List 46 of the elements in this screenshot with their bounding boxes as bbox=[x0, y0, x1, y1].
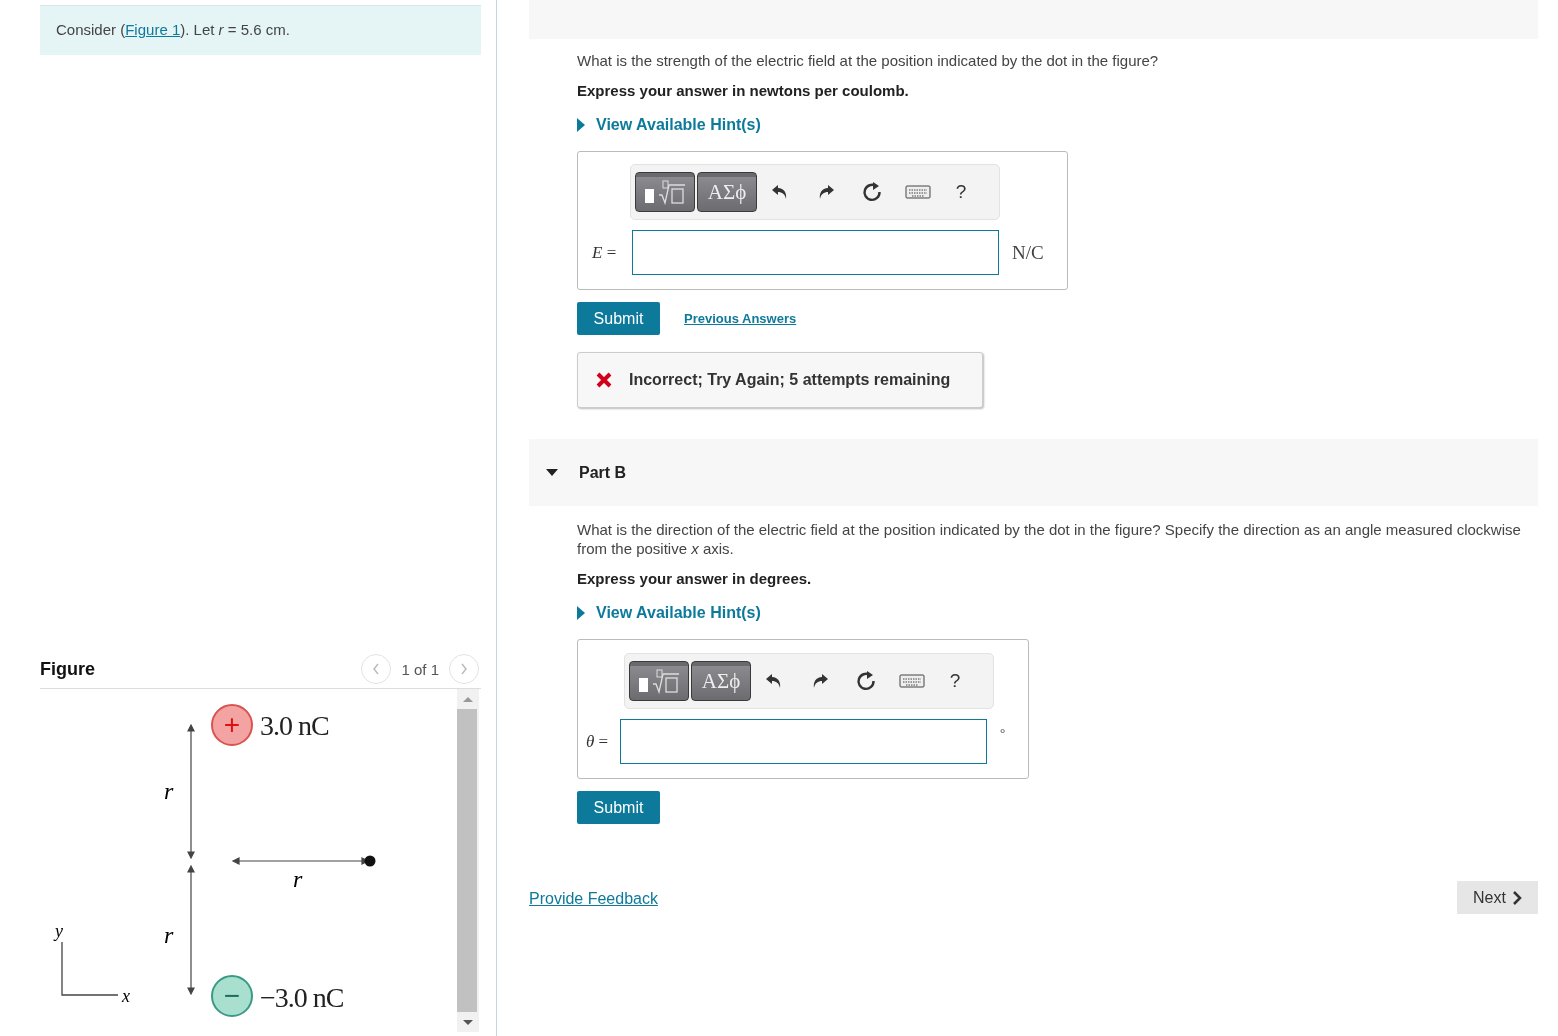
question-text: What is the direction of the electric field at the position indicated by the dot in the figure? Specify the direction as an angle measured clockwise from the positive x axis. bbox=[577, 520, 1522, 558]
distance-label: r bbox=[164, 778, 174, 804]
axes-drawing bbox=[61, 941, 119, 996]
submit-button[interactable]: Submit bbox=[577, 302, 660, 335]
field-point bbox=[364, 855, 376, 867]
symbols-button[interactable]: ΑΣϕ bbox=[697, 172, 757, 212]
variable-label: E = bbox=[592, 242, 618, 263]
chevron-right-icon bbox=[1511, 890, 1522, 905]
hint-link[interactable]: View Available Hint(s) bbox=[577, 116, 761, 134]
charge-sign: + bbox=[223, 709, 241, 740]
hint-link[interactable]: View Available Hint(s) bbox=[577, 604, 761, 622]
chevron-left-icon bbox=[371, 662, 382, 676]
charge-label: 3.0 nC bbox=[260, 710, 329, 741]
chevron-right-icon bbox=[459, 662, 469, 676]
charge-sign: − bbox=[223, 980, 241, 1011]
part-header[interactable]: Part B bbox=[529, 439, 1538, 506]
unit-label: N/C bbox=[1012, 241, 1044, 264]
unit-label: ° bbox=[1000, 725, 1006, 741]
previous-answers-link[interactable]: Previous Answers bbox=[684, 311, 797, 326]
triangle-icon bbox=[577, 118, 585, 132]
answer-field[interactable] bbox=[620, 719, 987, 764]
provide-feedback-link[interactable]: Provide Feedback bbox=[529, 890, 658, 908]
variable-label: θ = bbox=[586, 731, 610, 752]
next-button[interactable]: Next bbox=[1457, 881, 1538, 914]
help-button[interactable]: ? bbox=[935, 661, 975, 701]
templates-button[interactable] bbox=[635, 172, 695, 212]
answer-field[interactable] bbox=[632, 230, 999, 275]
intro-text: Consider (Figure 1). Let r = 5.6 cm. bbox=[40, 5, 481, 55]
distance-label: r bbox=[293, 866, 303, 892]
question-text: What is the strength of the electric field at the position indicated by the dot in the figure? bbox=[577, 51, 1160, 70]
templates-button[interactable] bbox=[629, 661, 689, 701]
symbols-button[interactable]: ΑΣϕ bbox=[691, 661, 751, 701]
figure-title: Figure bbox=[40, 658, 95, 680]
submit-button[interactable]: Submit bbox=[577, 791, 660, 824]
error-icon bbox=[595, 371, 613, 389]
axis-label: x bbox=[122, 986, 130, 1006]
scrollbar[interactable] bbox=[457, 689, 479, 1032]
feedback-text: Incorrect; Try Again; 5 attempts remaining bbox=[629, 371, 951, 389]
help-button[interactable]: ? bbox=[941, 172, 981, 212]
distance-label: r bbox=[164, 922, 174, 948]
instruction-text: Express your answer in newtons per coulomb. bbox=[577, 82, 910, 99]
triangle-icon bbox=[577, 606, 585, 620]
page-counter: 1 of 1 bbox=[401, 660, 439, 678]
instruction-text: Express your answer in degrees. bbox=[577, 570, 813, 587]
charge-label: −3.0 nC bbox=[260, 982, 344, 1013]
axis-label: y bbox=[55, 921, 63, 941]
